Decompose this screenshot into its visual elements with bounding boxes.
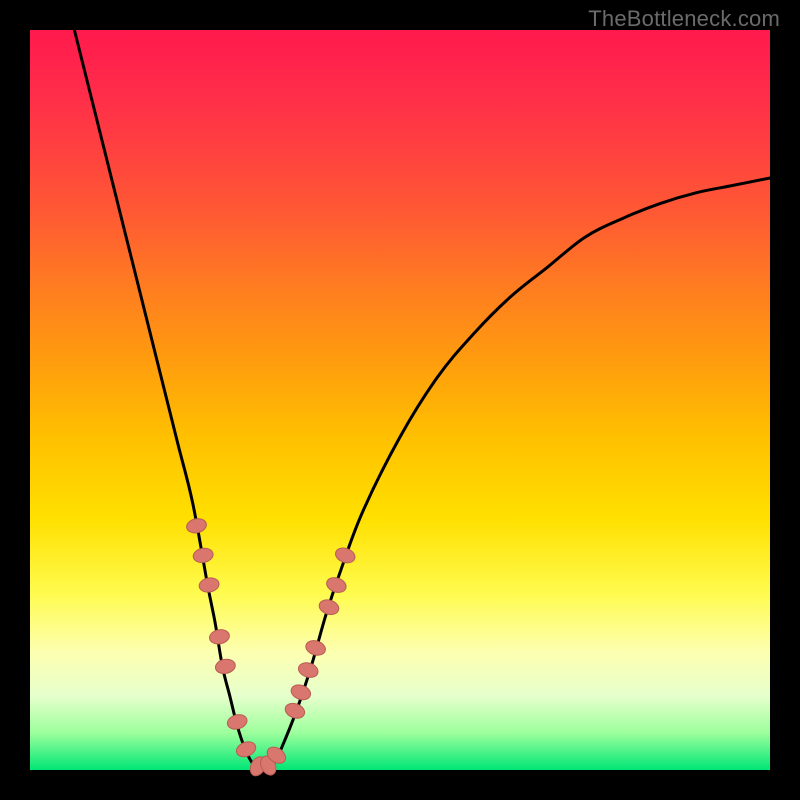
marker-group [185, 517, 357, 778]
curve-marker [234, 739, 258, 759]
curve-marker [317, 598, 340, 617]
curve-marker [192, 547, 214, 564]
curve-marker [289, 682, 313, 702]
curve-marker [185, 517, 207, 535]
bottleneck-curve [74, 30, 770, 771]
curve-marker [208, 628, 230, 646]
curve-marker [297, 660, 320, 679]
curve-marker [226, 712, 249, 731]
watermark-text: TheBottleneck.com [588, 6, 780, 32]
plot-area [30, 30, 770, 770]
curve-marker [198, 576, 220, 593]
chart-svg [30, 30, 770, 770]
chart-frame: TheBottleneck.com [0, 0, 800, 800]
curve-marker [214, 658, 236, 676]
curve-marker [325, 575, 349, 595]
curve-marker [333, 545, 357, 565]
curve-marker [304, 638, 327, 657]
curve-marker [283, 701, 307, 721]
